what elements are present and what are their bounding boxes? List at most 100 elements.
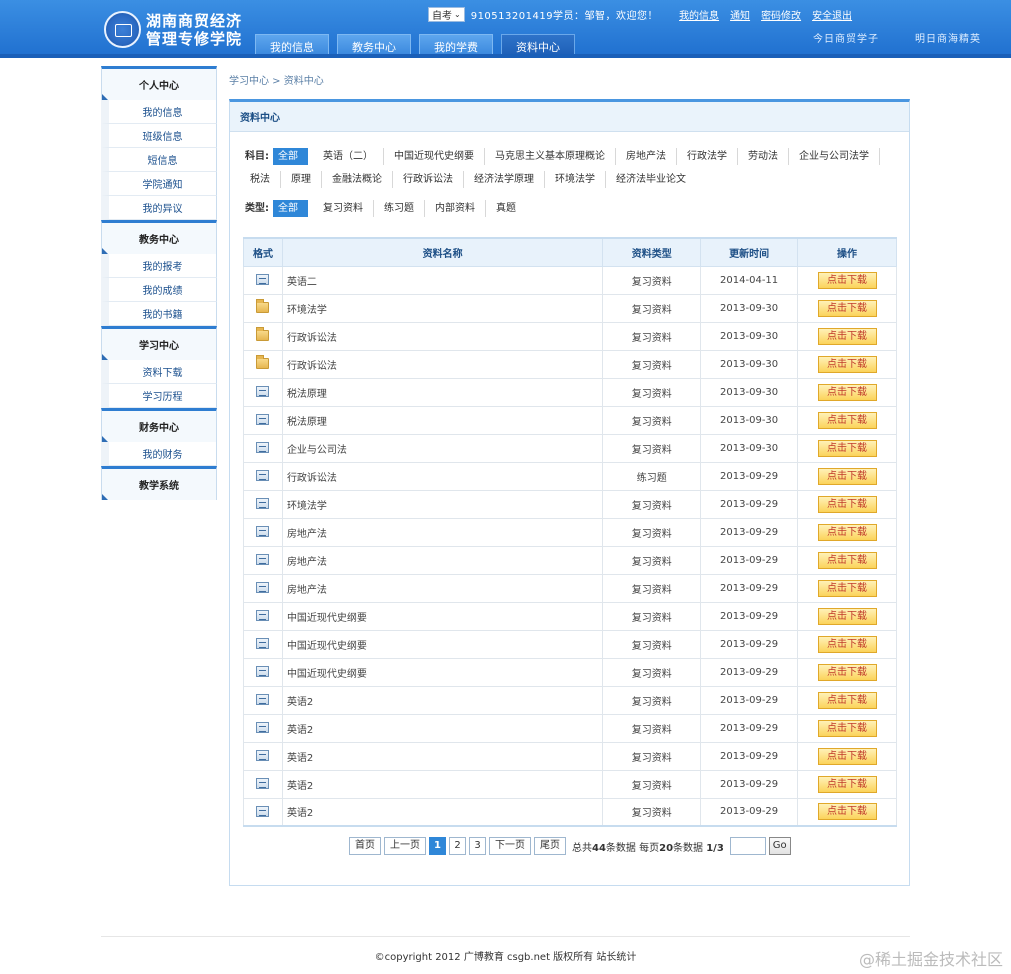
- resource-name[interactable]: 环境法学: [282, 294, 604, 323]
- prev-page-button[interactable]: 上一页: [384, 837, 426, 855]
- filter-chip[interactable]: 房地产法: [621, 148, 677, 165]
- top-link-3[interactable]: 密码修改: [761, 7, 801, 22]
- resource-name[interactable]: 英语2: [282, 742, 604, 771]
- sidebar-item[interactable]: 我的异议: [101, 196, 217, 220]
- download-button[interactable]: 点击下载: [817, 579, 877, 597]
- next-page-button[interactable]: 下一页: [489, 837, 531, 855]
- filter-chip[interactable]: 行政诉讼法: [398, 171, 464, 188]
- nav-tab-3[interactable]: 我的学费: [419, 34, 493, 58]
- filter-chip[interactable]: 内部资料: [430, 200, 486, 217]
- download-button[interactable]: 点击下载: [817, 775, 877, 793]
- resource-name[interactable]: 房地产法: [282, 546, 604, 575]
- resource-name[interactable]: 英语二: [282, 266, 604, 295]
- sidebar-item[interactable]: 学院通知: [101, 172, 217, 196]
- top-link-1[interactable]: 我的信息: [679, 7, 719, 22]
- document-icon: [256, 638, 270, 650]
- download-button[interactable]: 点击下载: [817, 551, 877, 569]
- page-2-button[interactable]: 2: [449, 837, 466, 855]
- filter-chip[interactable]: 金融法概论: [327, 171, 393, 188]
- download-button[interactable]: 点击下载: [817, 355, 877, 373]
- page-1-button[interactable]: 1: [429, 837, 446, 855]
- sidebar-item[interactable]: 我的财务: [101, 442, 217, 466]
- sidebar-item[interactable]: 短信息: [101, 148, 217, 172]
- filter-chip[interactable]: 马克思主义基本原理概论: [490, 148, 616, 165]
- resource-name[interactable]: 税法原理: [282, 378, 604, 407]
- download-button[interactable]: 点击下载: [817, 607, 877, 625]
- resource-name[interactable]: 英语2: [282, 770, 604, 799]
- go-button[interactable]: Go: [768, 837, 791, 855]
- filter-chip[interactable]: 劳动法: [743, 148, 789, 165]
- resource-name[interactable]: 行政诉讼法: [282, 350, 604, 379]
- sidebar-item[interactable]: 我的报考: [101, 254, 217, 278]
- sidebar-section-header[interactable]: 教学系统: [101, 466, 217, 500]
- sidebar-item[interactable]: 我的书籍: [101, 302, 217, 326]
- resource-name[interactable]: 中国近现代史纲要: [282, 630, 604, 659]
- page-3-button[interactable]: 3: [469, 837, 486, 855]
- download-button[interactable]: 点击下载: [817, 467, 877, 485]
- download-button[interactable]: 点击下载: [817, 691, 877, 709]
- download-button[interactable]: 点击下载: [817, 495, 877, 513]
- resource-name[interactable]: 房地产法: [282, 518, 604, 547]
- exam-type-select[interactable]: 自考 ⌄: [428, 6, 465, 22]
- download-button[interactable]: 点击下载: [817, 635, 877, 653]
- top-link-2[interactable]: 通知: [730, 7, 750, 22]
- resource-name[interactable]: 行政诉讼法: [282, 462, 604, 491]
- download-button[interactable]: 点击下载: [817, 747, 877, 765]
- resource-name[interactable]: 中国近现代史纲要: [282, 602, 604, 631]
- sidebar-item[interactable]: 班级信息: [101, 124, 217, 148]
- resource-name[interactable]: 行政诉讼法: [282, 322, 604, 351]
- filter-chip[interactable]: 税法: [245, 171, 281, 188]
- sidebar-section-header[interactable]: 教务中心: [101, 220, 217, 254]
- download-button[interactable]: 点击下载: [817, 439, 877, 457]
- nav-tab-1[interactable]: 我的信息: [255, 34, 329, 58]
- filter-chip[interactable]: 真题: [491, 200, 526, 217]
- welcome-text: 910513201419学员：邹智，欢迎您！: [470, 10, 659, 22]
- resource-name[interactable]: 英语2: [282, 686, 604, 715]
- resource-name[interactable]: 环境法学: [282, 490, 604, 519]
- sidebar-item[interactable]: 资料下载: [101, 360, 217, 384]
- action-cell: 点击下载: [797, 350, 897, 379]
- page-jump-input[interactable]: [729, 837, 766, 855]
- resource-name[interactable]: 房地产法: [282, 574, 604, 603]
- resource-name[interactable]: 企业与公司法: [282, 434, 604, 463]
- filter-chip[interactable]: 企业与公司法学: [794, 148, 880, 165]
- filter-chip[interactable]: 经济法学原理: [469, 171, 545, 188]
- resource-name[interactable]: 英语2: [282, 714, 604, 743]
- filter-chip[interactable]: 经济法毕业论文: [611, 171, 696, 188]
- top-link-4[interactable]: 安全退出: [812, 7, 852, 22]
- filter-chip[interactable]: 练习题: [379, 200, 425, 217]
- resource-name[interactable]: 英语2: [282, 798, 604, 827]
- resource-type: 复习资料: [602, 294, 702, 323]
- download-button[interactable]: 点击下载: [817, 663, 877, 681]
- first-page-button[interactable]: 首页: [349, 837, 381, 855]
- sidebar-item[interactable]: 学习历程: [101, 384, 217, 408]
- download-button[interactable]: 点击下载: [817, 803, 877, 821]
- resource-name[interactable]: 中国近现代史纲要: [282, 658, 604, 687]
- filter-chip[interactable]: 原理: [286, 171, 322, 188]
- download-button[interactable]: 点击下载: [817, 719, 877, 737]
- resource-name[interactable]: 税法原理: [282, 406, 604, 435]
- filter-chip[interactable]: 环境法学: [550, 171, 606, 188]
- resource-type: 复习资料: [602, 770, 702, 799]
- document-icon: [256, 386, 270, 398]
- sidebar-section-header[interactable]: 学习中心: [101, 326, 217, 360]
- filter-chip[interactable]: 全部: [273, 200, 308, 217]
- filter-chip[interactable]: 全部: [273, 148, 308, 165]
- download-button[interactable]: 点击下载: [817, 327, 877, 345]
- filter-chip[interactable]: 行政法学: [682, 148, 738, 165]
- download-button[interactable]: 点击下载: [817, 523, 877, 541]
- download-button[interactable]: 点击下载: [817, 271, 877, 289]
- sidebar-item[interactable]: 我的信息: [101, 100, 217, 124]
- nav-tab-2[interactable]: 教务中心: [337, 34, 411, 58]
- nav-tab-4[interactable]: 资料中心: [501, 34, 575, 58]
- sidebar-section-header[interactable]: 个人中心: [101, 66, 217, 100]
- last-page-button[interactable]: 尾页: [534, 837, 566, 855]
- download-button[interactable]: 点击下载: [817, 383, 877, 401]
- sidebar-section-header[interactable]: 财务中心: [101, 408, 217, 442]
- filter-chip[interactable]: 复习资料: [318, 200, 374, 217]
- download-button[interactable]: 点击下载: [817, 411, 877, 429]
- filter-chip[interactable]: 英语（二）: [318, 148, 384, 165]
- filter-chip[interactable]: 中国近现代史纲要: [389, 148, 485, 165]
- download-button[interactable]: 点击下载: [817, 299, 877, 317]
- sidebar-item[interactable]: 我的成绩: [101, 278, 217, 302]
